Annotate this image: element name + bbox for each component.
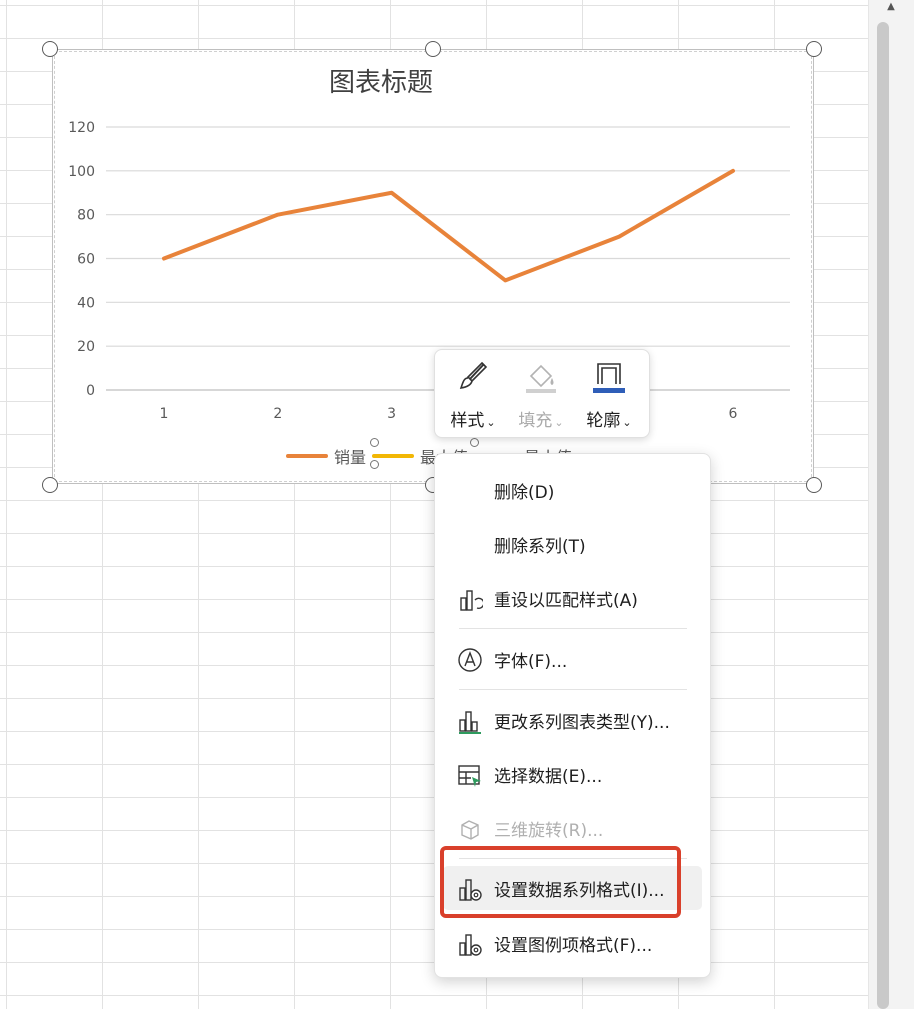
- y-tick-label: 100: [68, 164, 95, 180]
- font-icon: [458, 648, 482, 672]
- menu-item-delete-series[interactable]: 删除系列(T): [443, 522, 702, 566]
- legend-handle-top-right[interactable]: [470, 438, 479, 447]
- x-tick-label: 2: [273, 406, 282, 422]
- fill-label: 填充: [518, 411, 553, 431]
- style-button[interactable]: 样式 ⌄: [441, 350, 505, 439]
- outline-button[interactable]: 轮廓 ⌄: [577, 350, 641, 439]
- series-line-sales[interactable]: [162, 168, 735, 283]
- outline-icon: [593, 363, 625, 393]
- legend-line-sales: [286, 454, 328, 458]
- chevron-down-icon: ⌄: [554, 416, 564, 429]
- menu-label-reset-style: 重设以匹配样式(A): [494, 590, 638, 611]
- chart-mini-toolbar: 样式 ⌄ 填充 ⌄ 轮廓 ⌄: [434, 349, 650, 438]
- menu-label-change-chart-type: 更改系列图表类型(Y)...: [494, 712, 670, 733]
- y-tick-label: 40: [77, 295, 95, 311]
- chevron-down-icon: ⌄: [622, 416, 632, 429]
- y-tick-label: 60: [77, 252, 95, 268]
- legend-entry-sales[interactable]: 销量: [286, 444, 366, 468]
- x-tick-label: 6: [729, 406, 738, 422]
- menu-label-font: 字体(F)...: [494, 651, 568, 672]
- paint-bucket-icon: [526, 364, 556, 393]
- format-legend-icon: [459, 934, 482, 956]
- legend-line-max: [372, 454, 414, 458]
- resize-handle-top-middle[interactable]: [425, 41, 441, 57]
- menu-item-change-chart-type[interactable]: 更改系列图表类型(Y)...: [443, 698, 702, 742]
- menu-label-select-data: 选择数据(E)...: [494, 766, 603, 787]
- chevron-down-icon: ⌄: [486, 416, 496, 429]
- y-tick-label: 0: [86, 383, 95, 399]
- brush-icon: [459, 361, 488, 390]
- menu-item-select-data[interactable]: 选择数据(E)...: [443, 752, 702, 796]
- menu-item-3d-rotation: 三维旋转(R)...: [443, 806, 702, 850]
- menu-label-delete-series: 删除系列(T): [494, 536, 586, 557]
- select-data-icon: [458, 765, 481, 787]
- legend-handle-bottom-left[interactable]: [370, 460, 379, 469]
- menu-item-delete[interactable]: 删除(D): [443, 468, 702, 512]
- menu-label-format-legend-entry: 设置图例项格式(F)...: [494, 935, 653, 956]
- y-tick-label: 20: [77, 339, 95, 355]
- menu-label-delete: 删除(D): [494, 482, 555, 503]
- x-tick-label: 3: [387, 406, 396, 422]
- reset-style-icon: [460, 590, 483, 611]
- resize-handle-top-left[interactable]: [42, 41, 58, 57]
- menu-item-reset-style[interactable]: 重设以匹配样式(A): [443, 576, 702, 620]
- chart-type-icon: [459, 711, 481, 734]
- 3d-rotate-icon: [461, 820, 479, 840]
- outline-label: 轮廓: [586, 411, 621, 431]
- x-tick-label: 1: [160, 406, 169, 422]
- fill-button: 填充 ⌄: [509, 350, 573, 439]
- scroll-thumb[interactable]: [877, 22, 889, 1009]
- legend-label-sales: 销量: [334, 448, 367, 467]
- resize-handle-top-right[interactable]: [806, 41, 822, 57]
- scroll-up-arrow-icon[interactable]: ▲: [877, 0, 905, 14]
- legend-handle-top-left[interactable]: [370, 438, 379, 447]
- vertical-scrollbar[interactable]: ▲: [868, 0, 914, 1009]
- style-label: 样式: [450, 411, 485, 431]
- menu-item-format-legend-entry[interactable]: 设置图例项格式(F)...: [443, 921, 702, 965]
- y-tick-label: 120: [68, 120, 95, 136]
- resize-handle-bottom-left[interactable]: [42, 477, 58, 493]
- menu-separator: [459, 628, 687, 629]
- menu-label-3d-rotation: 三维旋转(R)...: [494, 820, 604, 841]
- annotation-highlight-box: [440, 846, 681, 918]
- menu-item-font[interactable]: 字体(F)...: [443, 637, 702, 681]
- menu-separator: [459, 689, 687, 690]
- y-tick-label: 80: [77, 208, 95, 224]
- resize-handle-bottom-right[interactable]: [806, 477, 822, 493]
